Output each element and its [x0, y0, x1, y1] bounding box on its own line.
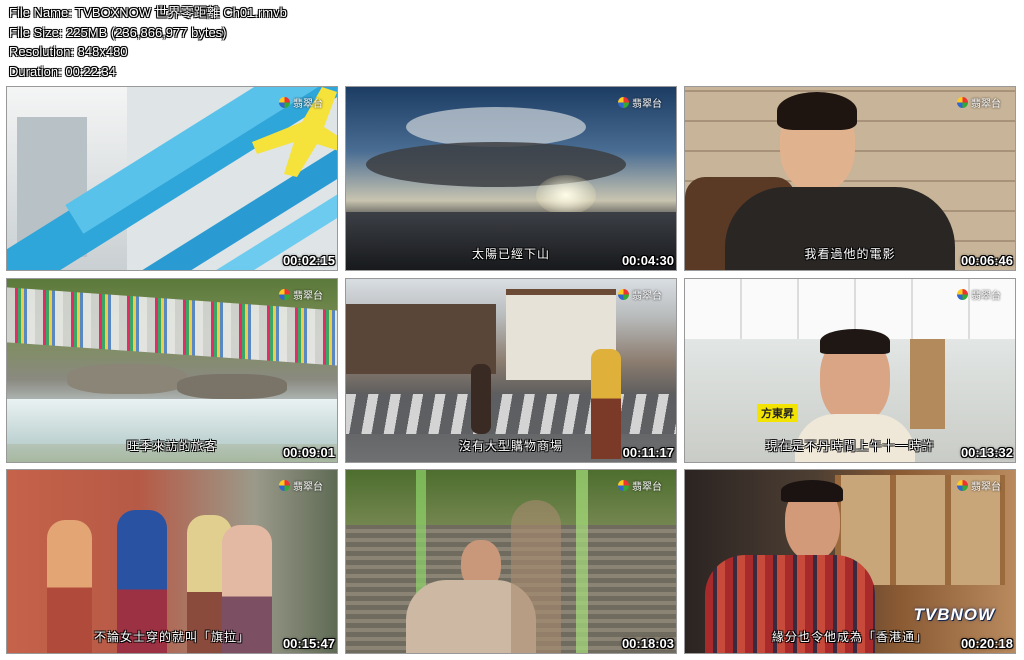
timestamp: 00:18:03: [621, 636, 674, 651]
thumbnail-9[interactable]: TVBNOW 翡翠台 緣分也令他成為「香港通」 00:20:18: [684, 469, 1016, 654]
channel-logo-icon: [279, 289, 290, 300]
channel-logo: 翡翠台: [618, 95, 662, 110]
thumbnail-5[interactable]: 翡翠台 沒有大型購物商場 00:11:17: [345, 278, 677, 463]
channel-logo-icon: [618, 97, 629, 108]
channel-logo: 翡翠台: [618, 478, 662, 493]
channel-logo-icon: [957, 97, 968, 108]
thumbnail-6[interactable]: 方東昇 翡翠台 現在是不丹時間上午十一時許 00:13:32: [684, 278, 1016, 463]
channel-logo: 翡翠台: [279, 478, 323, 493]
channel-logo: 翡翠台: [957, 95, 1001, 110]
timestamp: 00:06:46: [960, 253, 1013, 268]
resolution: Resolution: 848x480: [9, 44, 128, 59]
channel-logo: 翡翠台: [618, 287, 662, 302]
presenter-name-tag: 方東昇: [757, 404, 798, 422]
file-info: File Name: TVBOXNOW 世界零距離 Ch01.rmvb File…: [9, 3, 287, 81]
channel-logo-icon: [618, 480, 629, 491]
timestamp: 00:09:01: [282, 445, 335, 460]
file-size: File Size: 225MB (236,866,977 bytes): [9, 24, 227, 40]
channel-logo: 翡翠台: [279, 287, 323, 302]
timestamp: 00:11:17: [622, 445, 674, 460]
thumbnail-8[interactable]: 翡翠台 00:18:03: [345, 469, 677, 654]
channel-logo-icon: [957, 289, 968, 300]
timestamp: 00:04:30: [621, 253, 674, 268]
channel-logo-icon: [618, 289, 629, 300]
timestamp: 00:02:15: [282, 253, 335, 268]
channel-logo-icon: [957, 480, 968, 491]
channel-logo-icon: [279, 480, 290, 491]
thumbnail-4[interactable]: 翡翠台 旺季來訪的旅客 00:09:01: [6, 278, 338, 463]
thumbnail-2[interactable]: 翡翠台 太陽已經下山 00:04:30: [345, 86, 677, 271]
file-name: File Name: TVBOXNOW 世界零距離 Ch01.rmvb: [9, 5, 287, 20]
thumbnail-3[interactable]: 翡翠台 我看過他的電影 00:06:46: [684, 86, 1016, 271]
watermark-text: TVBNOW: [913, 605, 995, 624]
channel-logo: 翡翠台: [957, 287, 1001, 302]
thumbnail-7[interactable]: 翡翠台 不論女士穿的就叫「旗拉」 00:15:47: [6, 469, 338, 654]
channel-logo-icon: [279, 97, 290, 108]
thumbnail-1[interactable]: 翡翠台 00:02:15: [6, 86, 338, 271]
channel-logo: 翡翠台: [279, 95, 323, 110]
timestamp: 00:13:32: [960, 445, 1013, 460]
timestamp: 00:20:18: [960, 636, 1013, 651]
channel-logo: 翡翠台: [957, 478, 1001, 493]
timestamp: 00:15:47: [282, 636, 335, 651]
duration: Duration: 00:22:34: [9, 63, 116, 79]
